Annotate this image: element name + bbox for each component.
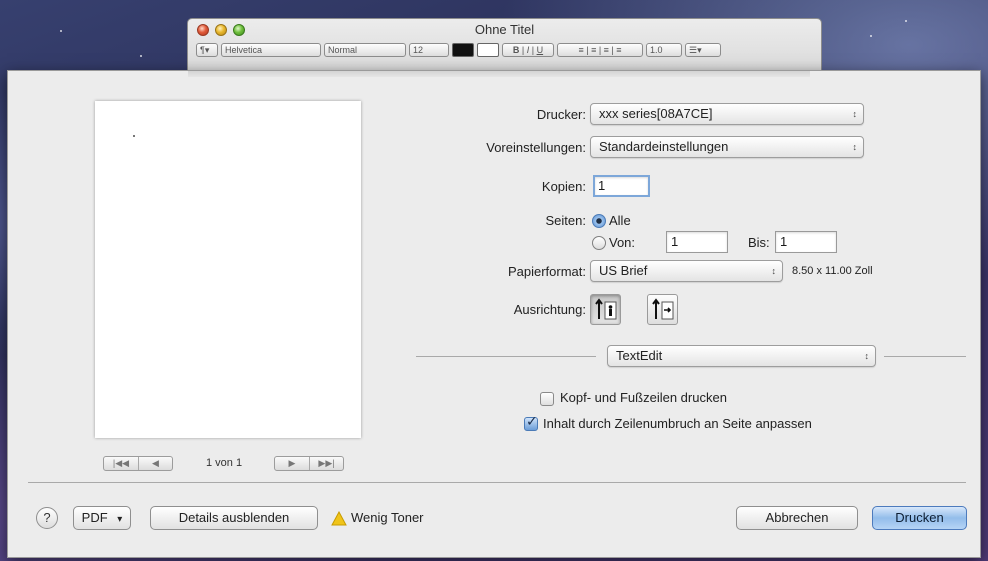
paper-size-value: US Brief xyxy=(599,263,648,278)
printer-label: Drucker: xyxy=(536,107,586,122)
printer-popup[interactable]: xxx series[08A7CE] ↕ xyxy=(590,103,864,125)
background-color-well[interactable] xyxy=(477,43,499,57)
previous-page-button[interactable]: ◀ xyxy=(138,457,172,470)
rewrap-label: Inhalt durch Zeilenumbruch an Seite anpa… xyxy=(543,416,812,431)
pages-to-field[interactable]: 1 xyxy=(775,231,837,253)
font-family-popup[interactable]: Helvetica xyxy=(221,43,321,57)
last-page-button[interactable]: ▶▶| xyxy=(309,457,343,470)
popup-arrows-icon: ↕ xyxy=(852,109,858,119)
hide-details-button[interactable]: Details ausblenden xyxy=(150,506,318,530)
page-indicator: 1 von 1 xyxy=(206,457,243,469)
help-button[interactable]: ? xyxy=(36,507,58,529)
preview-forward-controls: ▶ ▶▶| xyxy=(274,456,344,471)
format-toolbar: ¶▾ Helvetica Normal 12 B | I | U ≡ | ≡ |… xyxy=(196,43,721,57)
preview-content-mark xyxy=(133,135,135,137)
ruler-strip xyxy=(188,71,810,77)
copies-field[interactable]: 1 xyxy=(593,175,650,197)
pages-from-field[interactable]: 1 xyxy=(666,231,728,253)
warning-icon xyxy=(331,510,347,529)
presets-popup[interactable]: Standardeinstellungen ↕ xyxy=(590,136,864,158)
section-divider-left xyxy=(416,356,596,357)
paper-dimensions: 8.50 x 11.00 Zoll xyxy=(792,265,873,277)
section-divider-right xyxy=(884,356,966,357)
page-preview xyxy=(95,101,361,438)
portrait-icon xyxy=(595,298,617,320)
text-color-well[interactable] xyxy=(452,43,474,57)
line-spacing-popup[interactable]: 1.0 xyxy=(646,43,682,57)
presets-value: Standardeinstellungen xyxy=(599,139,729,154)
bold-italic-underline-buttons[interactable]: B | I | U xyxy=(502,43,554,57)
font-size-popup[interactable]: 12 xyxy=(409,43,449,57)
printer-value: xxx series[08A7CE] xyxy=(599,106,713,121)
cancel-button[interactable]: Abbrechen xyxy=(736,506,858,530)
landscape-icon xyxy=(652,298,674,320)
preview-back-controls: |◀◀ ◀ xyxy=(103,456,173,471)
first-page-button[interactable]: |◀◀ xyxy=(104,457,138,470)
pages-label: Seiten: xyxy=(545,213,586,228)
paper-size-popup[interactable]: US Brief ↕ xyxy=(590,260,783,282)
popup-arrows-icon: ↕ xyxy=(771,266,777,276)
font-style-popup[interactable]: Normal xyxy=(324,43,406,57)
alignment-buttons[interactable]: ≡ | ≡ | ≡ | ≡ xyxy=(557,43,643,57)
pages-range-radio[interactable] xyxy=(592,236,606,250)
popup-arrows-icon: ↕ xyxy=(864,351,870,361)
pdf-menu-button[interactable]: PDF ▾ xyxy=(73,506,131,530)
pages-from-label: Von: xyxy=(609,235,636,250)
paragraph-style-popup[interactable]: ¶▾ xyxy=(196,43,218,57)
next-page-button[interactable]: ▶ xyxy=(275,457,309,470)
presets-label: Voreinstellungen: xyxy=(486,140,586,155)
chevron-down-icon: ▾ xyxy=(117,514,123,525)
rewrap-checkbox[interactable] xyxy=(524,414,538,431)
popup-arrows-icon: ↕ xyxy=(852,142,858,152)
app-options-value: TextEdit xyxy=(616,348,663,363)
list-style-popup[interactable]: ☰▾ xyxy=(685,43,721,57)
paper-size-label: Papierformat: xyxy=(507,264,586,279)
pages-all-radio[interactable] xyxy=(592,214,606,228)
header-footer-checkbox[interactable] xyxy=(540,392,554,406)
portrait-orientation-button[interactable] xyxy=(590,294,621,325)
print-button[interactable]: Drucken xyxy=(872,506,967,530)
copies-label: Kopien: xyxy=(541,179,586,194)
pdf-label: PDF xyxy=(81,510,108,525)
header-footer-label: Kopf- und Fußzeilen drucken xyxy=(560,390,727,405)
pages-to-label: Bis: xyxy=(748,235,770,250)
document-title: Ohne Titel xyxy=(474,22,535,37)
low-toner-message: Wenig Toner xyxy=(351,510,424,525)
print-dialog: |◀◀ ◀ 1 von 1 ▶ ▶▶| Drucker: xxx series[… xyxy=(7,70,981,558)
orientation-label: Ausrichtung: xyxy=(513,302,586,317)
pages-all-label: Alle xyxy=(609,213,631,228)
landscape-orientation-button[interactable] xyxy=(647,294,678,325)
footer-divider xyxy=(28,482,966,483)
app-options-popup[interactable]: TextEdit ↕ xyxy=(607,345,876,367)
